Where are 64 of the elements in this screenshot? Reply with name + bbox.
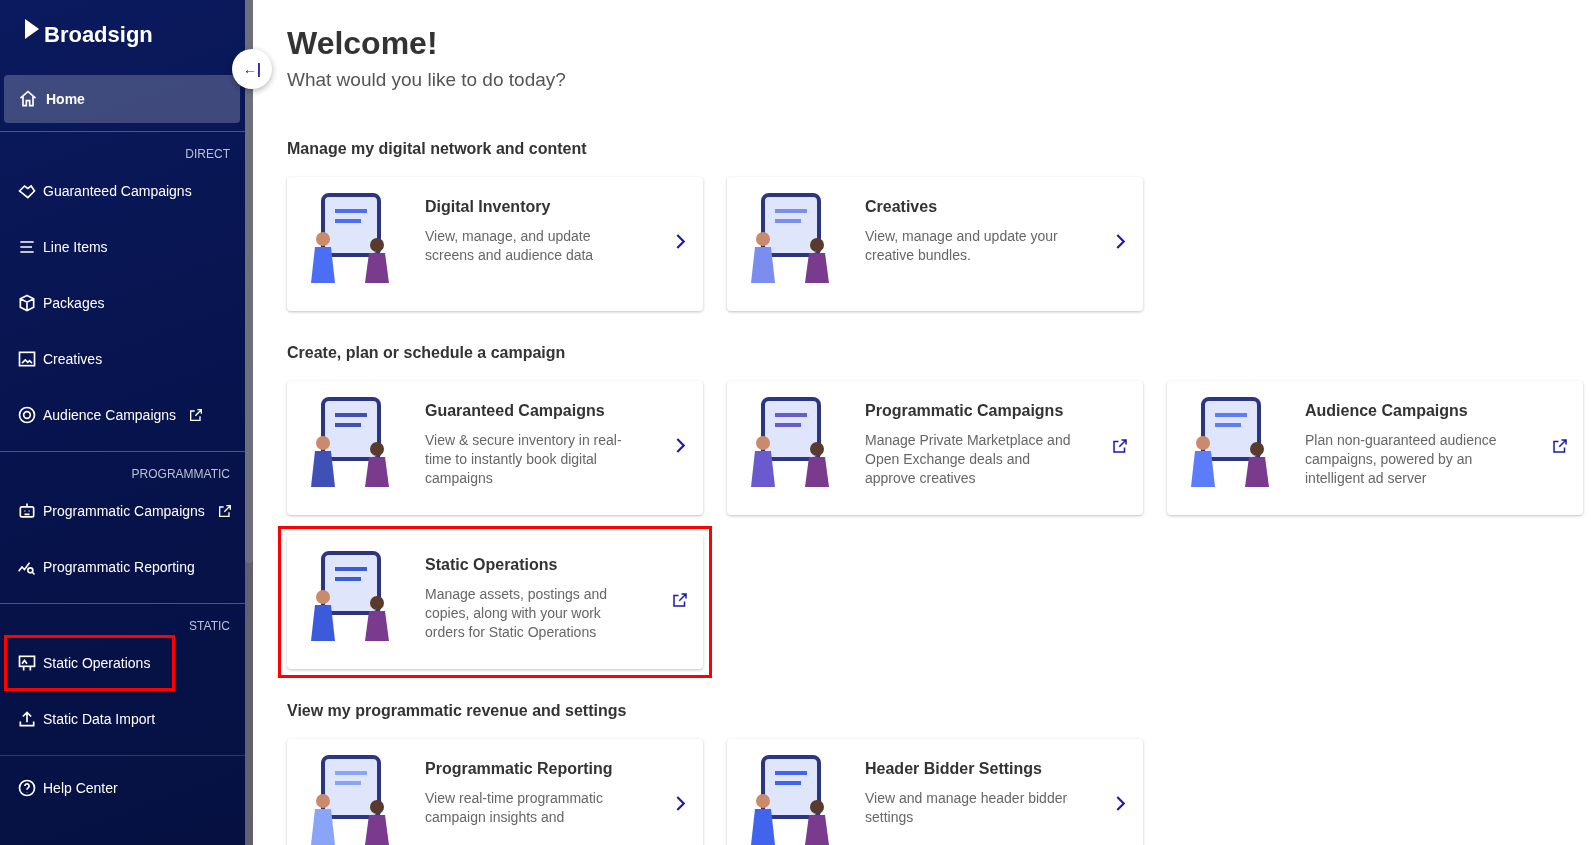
nav-item[interactable]: Home bbox=[4, 75, 240, 123]
chevron-right-icon bbox=[675, 234, 685, 250]
card-description: Manage Private Marketplace and Open Exchange deals and approve creatives bbox=[865, 430, 1072, 488]
nav-item[interactable]: Creatives bbox=[0, 331, 109, 387]
feature-card[interactable]: Guaranteed Campaigns View & secure inventory in real-time to instantly book digital campaigns bbox=[287, 380, 703, 515]
card-title: Static Operations bbox=[425, 554, 559, 575]
card-title: Programmatic Reporting bbox=[425, 758, 614, 779]
card-description: Plan non-guaranteed audience campaigns, powered by an intelligent ad server bbox=[1305, 430, 1498, 488]
logo-text: Broadsign bbox=[44, 21, 153, 49]
card-description: View and manage header bidder settings bbox=[865, 788, 1069, 827]
card-description: View real-time programmatic campaign insights and bbox=[425, 788, 604, 827]
chevron-right-icon bbox=[675, 438, 685, 454]
external-link-icon bbox=[1111, 436, 1129, 455]
card-description: View & secure inventory in real-time to instantly book digital campaigns bbox=[425, 430, 623, 488]
feature-card[interactable]: Audience Campaigns Plan non-guaranteed audience campaigns, powered by an intelligent ad server bbox=[1167, 380, 1583, 515]
section-heading: PROGRAMMATIC bbox=[130, 466, 231, 483]
card-description: Manage assets, postings and copies, along with your work orders for Static Operations bbox=[425, 584, 609, 642]
card-description: View, manage, and update screens and audience data bbox=[425, 226, 595, 265]
chevron-right-icon bbox=[1115, 234, 1125, 250]
feature-card[interactable]: Digital Inventory View, manage, and update screens and audience data bbox=[287, 176, 703, 311]
target-icon bbox=[17, 405, 37, 425]
nav-item[interactable]: Programmatic Campaigns bbox=[0, 483, 239, 539]
section-heading: DIRECT bbox=[184, 146, 231, 163]
card-title: Digital Inventory bbox=[425, 196, 552, 217]
external-link-icon bbox=[1551, 436, 1569, 455]
external-link-icon bbox=[671, 590, 689, 609]
play-logo-icon bbox=[24, 18, 40, 40]
nav-item[interactable]: Help Center bbox=[0, 760, 124, 816]
feature-card[interactable]: Creatives View, manage and update your creative bundles. bbox=[727, 176, 1143, 311]
section-heading: Create, plan or schedule a campaign bbox=[287, 342, 567, 363]
nav-item[interactable]: Guaranteed Campaigns bbox=[0, 163, 198, 219]
nav-item[interactable]: Audience Campaigns bbox=[0, 387, 211, 443]
feature-card[interactable]: Static Operations Manage assets, postings and copies, along with your work orders for Static Operations bbox=[287, 534, 703, 669]
feature-card[interactable]: Header Bidder Settings View and manage header bidder settings bbox=[727, 738, 1143, 845]
external-link-icon bbox=[188, 407, 205, 423]
nav-item[interactable]: Packages bbox=[0, 275, 111, 331]
chevron-right-icon bbox=[675, 796, 685, 812]
card-title: Audience Campaigns bbox=[1305, 400, 1469, 421]
nav-item[interactable]: Static Data Import bbox=[0, 691, 162, 747]
external-link-icon bbox=[216, 503, 233, 519]
upload-icon bbox=[17, 709, 37, 729]
card-title: Programmatic Campaigns bbox=[865, 400, 1065, 421]
feature-card[interactable]: Programmatic Reporting View real-time programmatic campaign insights and bbox=[287, 738, 703, 845]
section-heading: Manage my digital network and content bbox=[287, 138, 588, 159]
nav-item[interactable]: Line Items bbox=[0, 219, 114, 275]
feature-card[interactable]: Programmatic Campaigns Manage Private Marketplace and Open Exchange deals and approve creatives bbox=[727, 380, 1143, 515]
billboard-icon bbox=[17, 653, 37, 673]
section-heading: STATIC bbox=[188, 618, 231, 635]
card-description: View, manage and update your creative bundles. bbox=[865, 226, 1059, 265]
chevron-right-icon bbox=[1115, 796, 1125, 812]
nav-item[interactable]: Programmatic Reporting bbox=[0, 539, 201, 595]
image-icon bbox=[17, 349, 37, 369]
card-title: Guaranteed Campaigns bbox=[425, 400, 606, 421]
page-title: Welcome! bbox=[287, 24, 439, 63]
robot-icon bbox=[17, 501, 37, 521]
collapse-button[interactable]: ←| bbox=[232, 49, 272, 89]
section-heading: View my programmatic revenue and settings bbox=[287, 700, 628, 721]
page-subtitle: What would you like to do today? bbox=[287, 68, 567, 93]
card-title: Header Bidder Settings bbox=[865, 758, 1043, 779]
card-title: Creatives bbox=[865, 196, 939, 217]
nav-item[interactable]: Static Operations bbox=[7, 638, 173, 688]
home-icon bbox=[18, 89, 38, 109]
help-icon bbox=[17, 778, 37, 798]
cube-icon bbox=[17, 293, 37, 313]
